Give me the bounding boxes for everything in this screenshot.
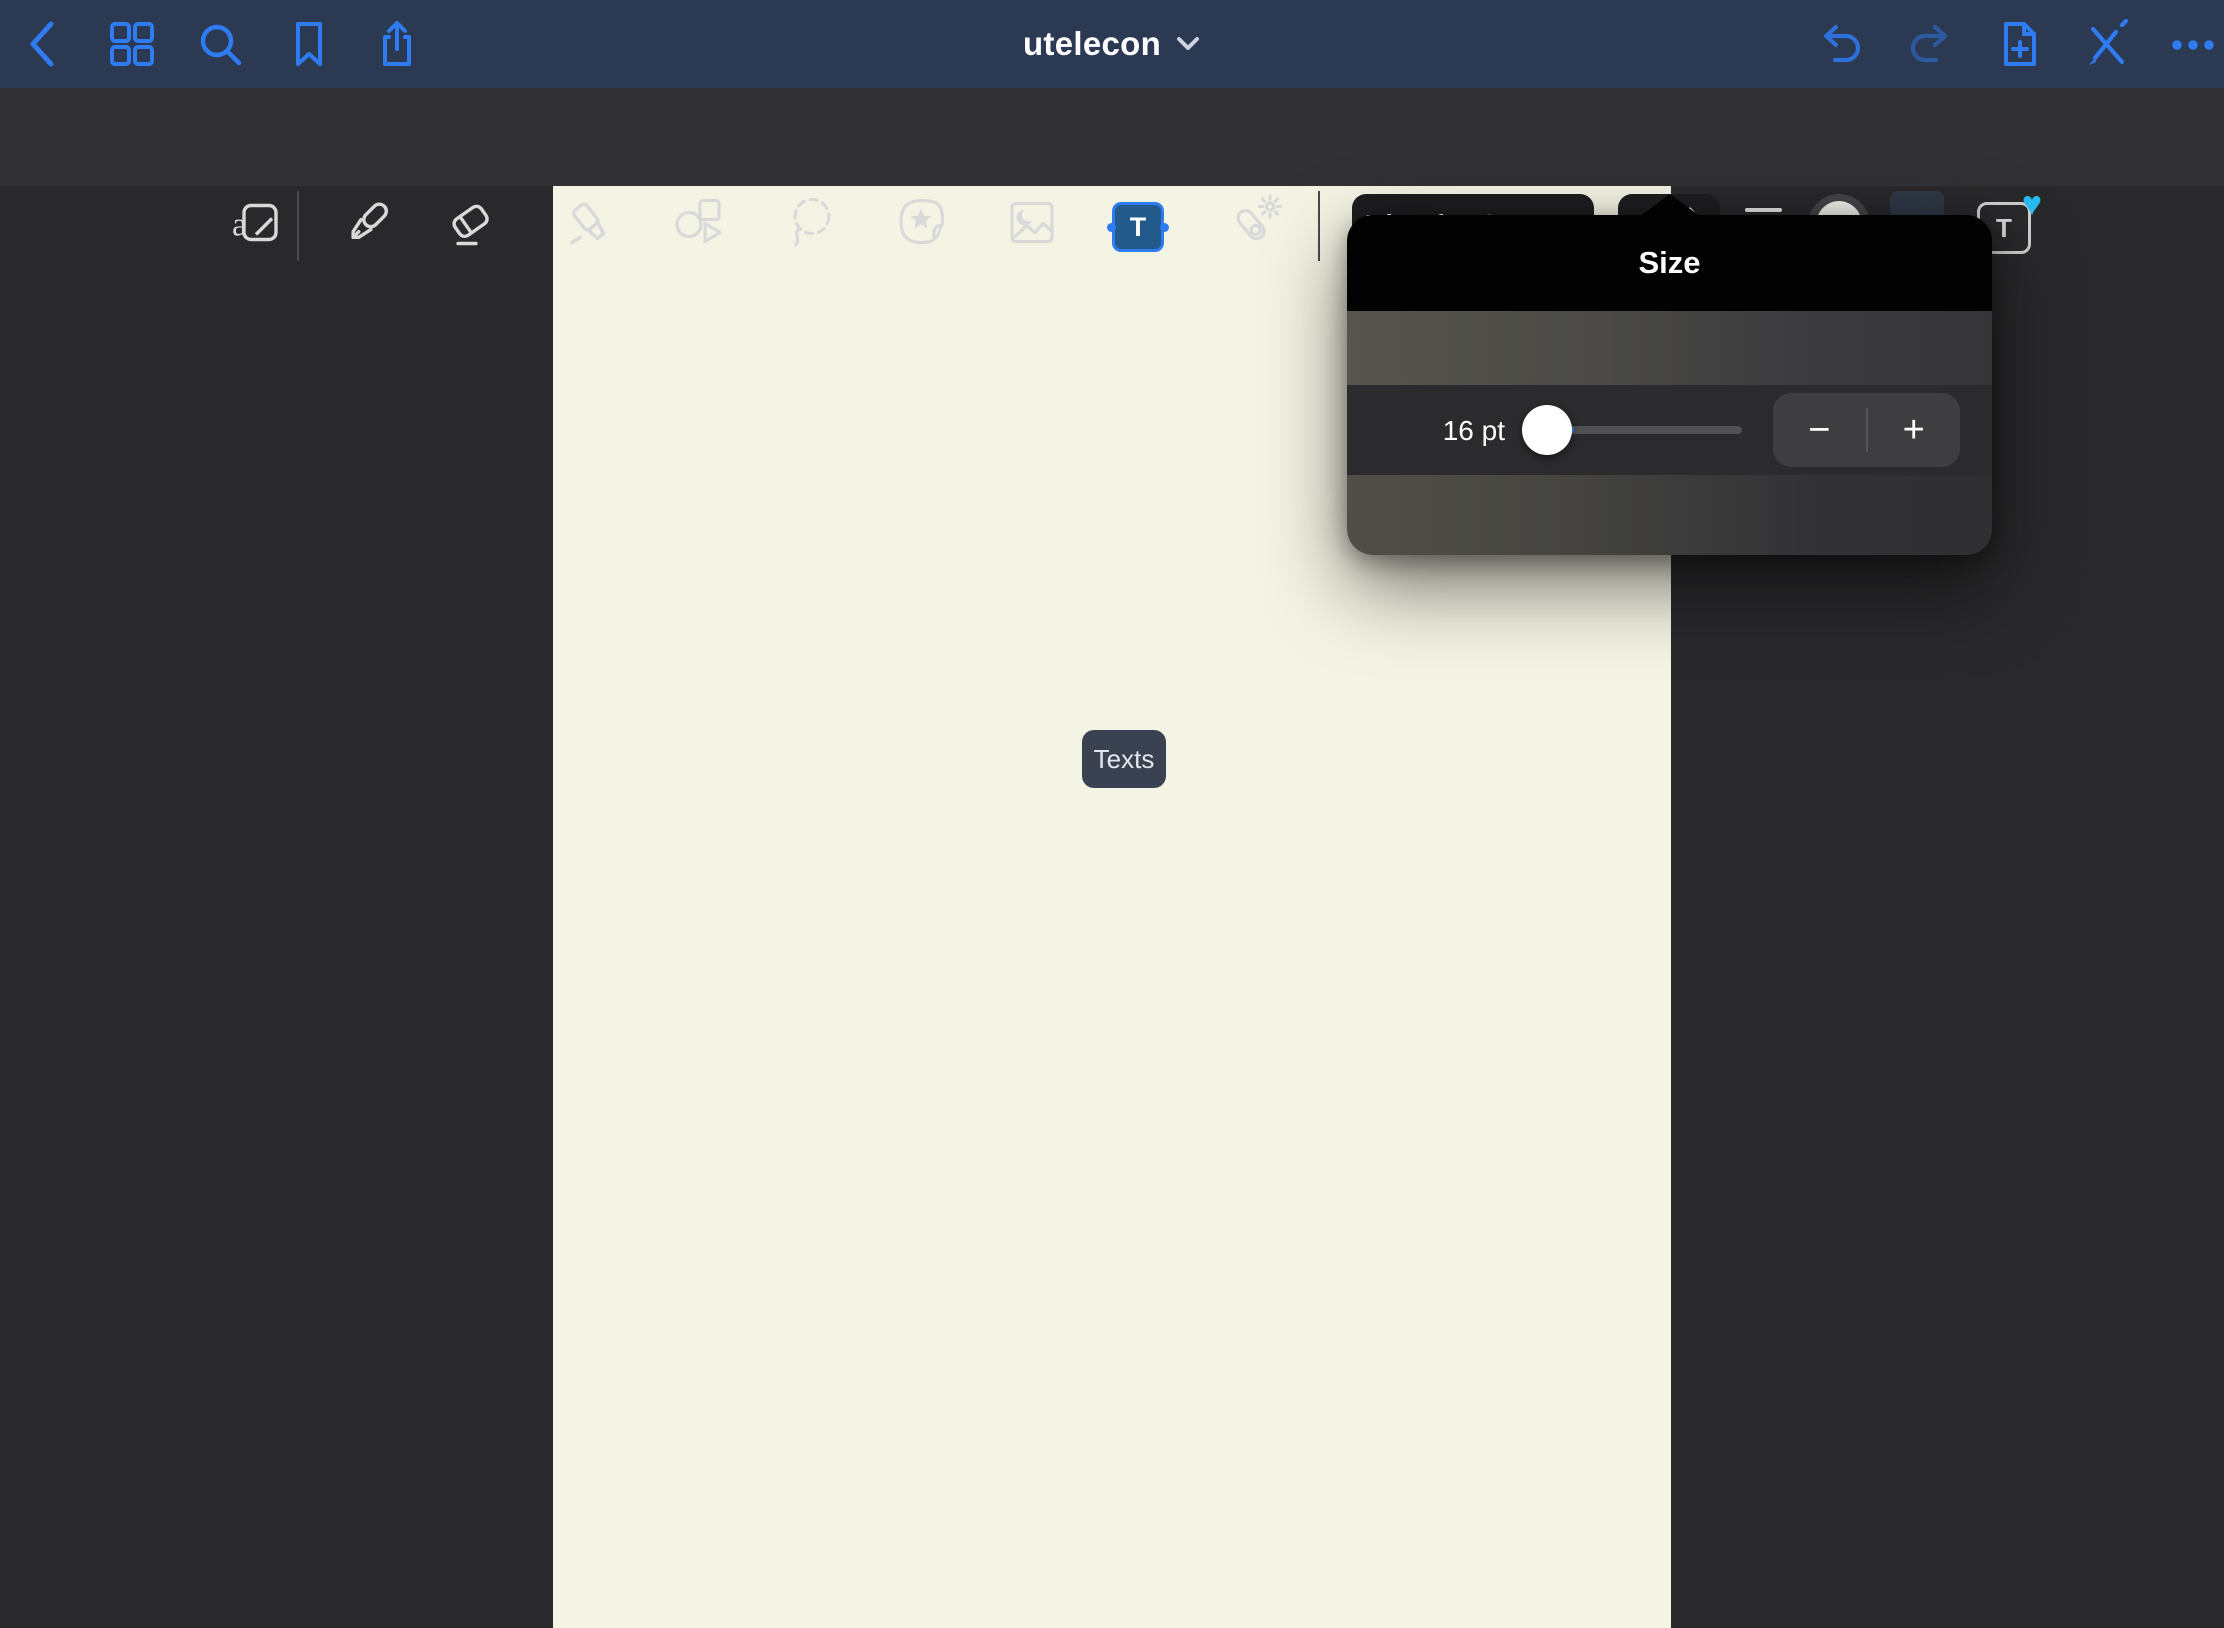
- popover-arrow: [1639, 194, 1701, 217]
- text-tool-handle-left: [1107, 223, 1116, 232]
- highlighter-tool-icon[interactable]: [562, 196, 618, 255]
- size-slider[interactable]: [1538, 426, 1742, 434]
- text-tool-active[interactable]: T: [1112, 202, 1164, 252]
- stylus-cross-icon[interactable]: [2082, 19, 2132, 69]
- edit-mode-icon[interactable]: a: [228, 197, 284, 254]
- size-value-label: 16 pt: [1435, 415, 1505, 447]
- add-page-icon[interactable]: [1996, 18, 2044, 70]
- text-style-letter: T: [1996, 213, 2012, 244]
- sticker-tool-icon[interactable]: [894, 195, 950, 256]
- text-tool-letter: T: [1130, 212, 1147, 243]
- eraser-tool-icon[interactable]: [442, 196, 498, 255]
- ellipsis-icon[interactable]: [2167, 19, 2219, 69]
- laser-pointer-tool-icon[interactable]: [1226, 195, 1284, 256]
- title-chevron-down-icon: [1175, 35, 1201, 53]
- align-line: [1745, 208, 1782, 212]
- redo-icon[interactable]: [1904, 19, 1956, 69]
- favorite-heart-icon: ♥: [2022, 187, 2042, 221]
- tools-bar: a: [0, 88, 2224, 186]
- size-popover: Size: [1347, 215, 1992, 555]
- document-title-group[interactable]: utelecon: [0, 0, 2224, 88]
- size-popover-header: Size: [1347, 215, 1992, 311]
- size-stepper: − +: [1773, 393, 1960, 467]
- mode-letter: a: [232, 207, 247, 244]
- size-popover-title: Size: [1638, 245, 1700, 281]
- shapes-tool-icon[interactable]: [672, 196, 728, 255]
- toolbar-separator: [297, 191, 299, 261]
- undo-icon[interactable]: [1815, 19, 1867, 69]
- lasso-tool-icon[interactable]: [785, 195, 839, 256]
- text-object[interactable]: Texts: [1082, 730, 1166, 788]
- plus-icon: +: [1903, 409, 1925, 452]
- text-object-label: Texts: [1094, 744, 1155, 775]
- size-slider-thumb[interactable]: [1522, 405, 1572, 455]
- size-increase-button[interactable]: +: [1868, 393, 1961, 467]
- pen-tool-icon[interactable]: [341, 196, 395, 255]
- text-tool-handle-right: [1160, 223, 1169, 232]
- image-tool-icon[interactable]: [1005, 198, 1059, 253]
- top-navigation-bar: utelecon: [0, 0, 2224, 88]
- popover-blur-band-bottom: [1347, 475, 1992, 555]
- document-title[interactable]: utelecon: [1023, 25, 1161, 63]
- size-decrease-button[interactable]: −: [1773, 393, 1866, 467]
- minus-icon: −: [1808, 409, 1830, 452]
- toolbar-separator: [1318, 191, 1320, 261]
- popover-blur-band-top: [1347, 311, 1992, 385]
